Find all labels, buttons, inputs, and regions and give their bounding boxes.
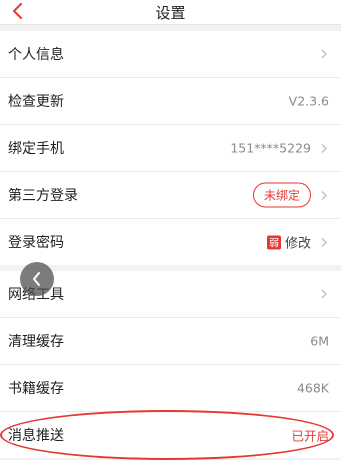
row-third-party-login[interactable]: 第三方登录 未绑定 bbox=[0, 172, 341, 219]
version-value: V2.3.6 bbox=[288, 93, 329, 109]
row-right: 151****5229 bbox=[230, 141, 329, 156]
push-enabled-status: 已开启 bbox=[291, 428, 329, 444]
settings-group-account: 个人信息 检查更新 V2.3.6 绑定手机 151****5229 第三方登录 … bbox=[0, 31, 341, 265]
row-label: 个人信息 bbox=[8, 47, 64, 63]
cache-size: 6M bbox=[310, 333, 329, 349]
row-right: V2.3.6 bbox=[289, 94, 329, 109]
row-label: 清理缓存 bbox=[8, 334, 64, 350]
row-right bbox=[319, 289, 329, 299]
floating-back-button[interactable] bbox=[20, 262, 54, 296]
settings-group-tools: 网络工具 清理缓存 6M 书籍缓存 468K 消息推送 已开启 bbox=[0, 271, 341, 458]
modify-text: 修改 bbox=[284, 236, 311, 252]
row-message-push[interactable]: 消息推送 已开启 bbox=[0, 412, 341, 458]
row-label: 绑定手机 bbox=[8, 141, 64, 157]
row-label: 消息推送 bbox=[8, 428, 64, 444]
row-label: 检查更新 bbox=[8, 94, 64, 110]
row-clear-cache[interactable]: 清理缓存 6M bbox=[0, 318, 341, 365]
page-title: 设置 bbox=[155, 4, 186, 22]
weak-badge: 弱 bbox=[266, 235, 281, 250]
unbound-pill[interactable]: 未绑定 bbox=[252, 182, 311, 208]
row-login-password[interactable]: 登录密码 弱 修改 bbox=[0, 219, 341, 265]
chevron-right-icon bbox=[321, 143, 328, 153]
row-book-cache[interactable]: 书籍缓存 468K bbox=[0, 365, 341, 412]
row-right: 468K bbox=[297, 381, 329, 396]
row-label: 书籍缓存 bbox=[8, 381, 64, 397]
chevron-right-icon bbox=[321, 190, 328, 200]
phone-value: 151****5229 bbox=[230, 140, 311, 156]
chevron-right-icon bbox=[321, 289, 328, 299]
row-personal-info[interactable]: 个人信息 bbox=[0, 31, 341, 78]
password-status: 弱 修改 bbox=[266, 233, 311, 252]
row-right: 已开启 bbox=[291, 426, 329, 445]
chevron-left-icon bbox=[33, 272, 40, 286]
row-right bbox=[319, 49, 329, 59]
book-cache-size: 468K bbox=[296, 380, 329, 396]
row-bind-phone[interactable]: 绑定手机 151****5229 bbox=[0, 125, 341, 172]
chevron-right-icon bbox=[321, 237, 328, 247]
row-label: 第三方登录 bbox=[8, 188, 78, 204]
row-right: 6M bbox=[310, 334, 329, 349]
row-check-update[interactable]: 检查更新 V2.3.6 bbox=[0, 78, 341, 125]
chevron-right-icon bbox=[321, 49, 328, 59]
row-right: 未绑定 bbox=[252, 182, 329, 208]
row-label: 登录密码 bbox=[8, 235, 64, 251]
row-right: 弱 修改 bbox=[266, 233, 329, 252]
top-nav-bar: 设置 bbox=[0, 0, 341, 25]
